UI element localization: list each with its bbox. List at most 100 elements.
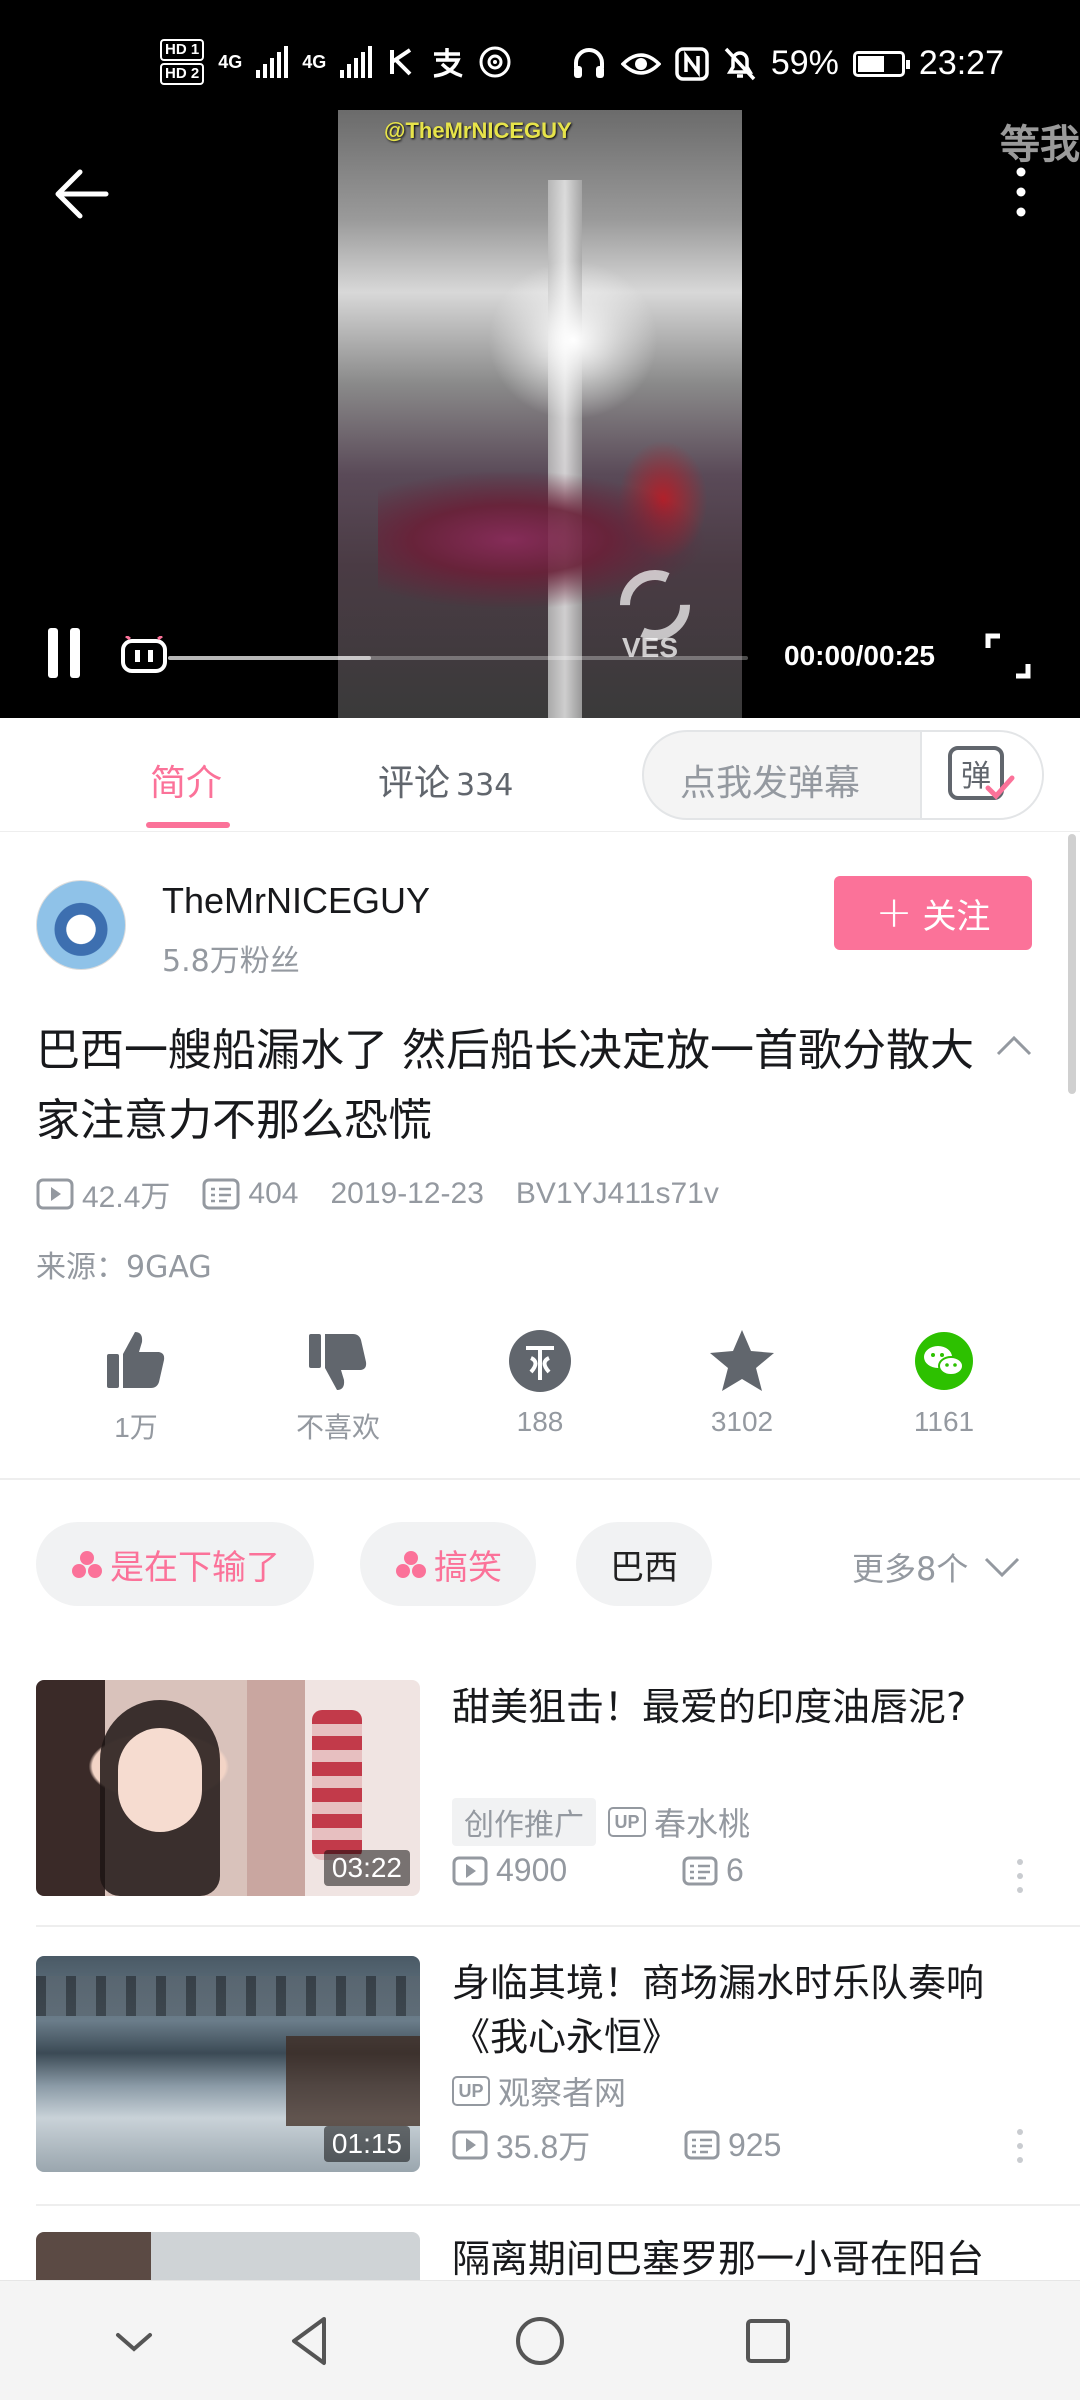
- danmaku-count: 925: [684, 2127, 781, 2164]
- tab-intro[interactable]: 简介: [150, 754, 222, 806]
- chevron-down-icon: [985, 1557, 1020, 1578]
- tag-label: 搞笑: [434, 1547, 502, 1588]
- dislike-label: 不喜欢: [295, 1412, 380, 1443]
- more-options-icon[interactable]: [1012, 2126, 1028, 2166]
- related-video-stats: 35.8万 925: [452, 2122, 781, 2168]
- tag-item[interactable]: 搞笑: [360, 1522, 536, 1606]
- uploader-fans: 5.8万粉丝: [162, 944, 300, 979]
- danmaku-count-value: 6: [726, 1852, 744, 1888]
- danmaku-placeholder: 点我发弹幕: [680, 763, 861, 804]
- related-video-item[interactable]: 03:22 甜美狙击！最爱的印度油唇泥? 创作推广 UP 春水桃 4900 6: [0, 1680, 1080, 1950]
- status-right: 59% 23:27: [571, 44, 1004, 83]
- tags-more-button[interactable]: 更多8个: [852, 1544, 1022, 1590]
- play-count-icon: [452, 2130, 488, 2160]
- pause-button[interactable]: [48, 628, 96, 682]
- nav-recents-icon[interactable]: [738, 2311, 798, 2371]
- nav-home-icon[interactable]: [510, 2311, 570, 2371]
- tab-comments[interactable]: 评论 334: [378, 754, 513, 806]
- favorite-count: 3102: [710, 1406, 774, 1437]
- video-source: 来源：9GAG: [36, 1250, 212, 1285]
- more-options-icon[interactable]: [1012, 1856, 1028, 1896]
- nav-back-icon[interactable]: [280, 2311, 340, 2371]
- system-nav-bar: [0, 2280, 1080, 2400]
- scrollbar[interactable]: [1068, 834, 1076, 1094]
- danmaku-count-icon: [682, 1856, 718, 1885]
- video-meta: 42.4万 404 2019-12-23 BV1YJ411s71v: [36, 1172, 751, 1216]
- hd-icon: HD 1 HD 2: [160, 38, 205, 86]
- coin-count: 188: [516, 1406, 564, 1437]
- share-count: 1161: [913, 1406, 975, 1437]
- share-button[interactable]: 1161: [864, 1326, 1024, 1438]
- wechat-share-icon: [915, 1332, 973, 1390]
- network-type-2: 4G: [302, 51, 327, 72]
- up-icon: UP: [452, 2076, 490, 2106]
- headphones-icon: [573, 47, 604, 78]
- bvid-value: BV1YJ411s71v: [515, 1177, 719, 1210]
- section-divider: [0, 1478, 1080, 1480]
- hd1-label: HD 1: [160, 39, 205, 61]
- tab-comments-count: 334: [456, 768, 514, 803]
- like-button[interactable]: 1万: [56, 1326, 216, 1446]
- tab-intro-underline: [146, 822, 230, 828]
- video-thumbnail[interactable]: 03:22: [36, 1680, 420, 1896]
- progress-bar[interactable]: [168, 656, 748, 660]
- back-arrow-icon[interactable]: [52, 164, 112, 224]
- thumbs-up-icon: [107, 1332, 165, 1388]
- related-video-title: 身临其境！商场漏水时乐队奏响《我心永恒》: [452, 1961, 985, 2059]
- danmaku-bullet-icon: 弹: [948, 746, 1015, 800]
- dislike-button[interactable]: 不喜欢: [258, 1326, 418, 1446]
- view-count-value: 4900: [496, 1852, 568, 1888]
- clock: 23:27: [918, 44, 1004, 82]
- tag-label: 巴西: [610, 1547, 678, 1588]
- video-thumbnail[interactable]: 01:15: [36, 1956, 420, 2172]
- k-app-icon: [390, 48, 412, 76]
- battery-percent: 59%: [770, 44, 839, 82]
- related-video-author: UP 观察者网: [452, 2068, 626, 2114]
- related-video-item[interactable]: 01:15 身临其境！商场漏水时乐队奏响《我心永恒》 UP 观察者网 35.8万…: [0, 1956, 1080, 2226]
- danmaku-input[interactable]: 点我发弹幕 弹: [642, 730, 1044, 820]
- promotion-badge: 创作推广: [452, 1798, 596, 1846]
- favorite-button[interactable]: 3102: [662, 1326, 822, 1438]
- signal-icon-2: [340, 46, 373, 78]
- fullscreen-icon[interactable]: [984, 632, 1032, 680]
- coin-button[interactable]: 188: [460, 1326, 620, 1438]
- follow-button[interactable]: + 关注: [834, 876, 1032, 950]
- item-divider: [36, 1925, 1080, 1927]
- tag-item[interactable]: 是在下输了: [36, 1522, 314, 1606]
- status-left: HD 1 HD 2 4G 4G: [160, 38, 512, 86]
- chevron-up-icon[interactable]: [994, 1030, 1034, 1060]
- video-watermark: @TheMrNICEGUY: [384, 118, 572, 143]
- eye-icon: [620, 52, 661, 75]
- tab-intro-label: 简介: [150, 763, 223, 804]
- danmaku-count: 404: [202, 1177, 298, 1211]
- tab-comments-label: 评论: [378, 763, 451, 804]
- danmaku-toggle-icon[interactable]: [120, 636, 168, 676]
- hotspot-icon: [479, 46, 511, 78]
- danmaku-settings-button[interactable]: 弹: [920, 732, 1042, 818]
- author-name: 观察者网: [498, 2074, 627, 2112]
- like-count: 1万: [114, 1412, 158, 1443]
- tag-item[interactable]: 巴西: [576, 1522, 712, 1606]
- danmaku-count: 6: [682, 1852, 744, 1889]
- uploader-avatar[interactable]: [36, 880, 126, 970]
- item-divider: [36, 2204, 1080, 2206]
- related-video-author: 创作推广 UP 春水桃: [452, 1798, 750, 1846]
- view-count-value: 42.4万: [82, 1181, 171, 1214]
- ves-logo-icon: [620, 570, 690, 640]
- view-count-value: 35.8万: [496, 2129, 591, 2165]
- plus-icon: +: [875, 887, 913, 938]
- progress-buffer: [168, 656, 371, 660]
- network-type-1: 4G: [218, 51, 243, 72]
- danmaku-count-icon: [202, 1178, 240, 1210]
- more-options-icon[interactable]: [1006, 162, 1036, 222]
- tags-more-label: 更多8个: [852, 1550, 969, 1588]
- video-player[interactable]: HD 1 HD 2 4G 4G 59% 23:27 @TheMrNICEGUY …: [0, 0, 1080, 718]
- hide-keyboard-chevron-icon[interactable]: [104, 2311, 164, 2371]
- author-name: 春水桃: [654, 1805, 751, 1843]
- uploader-name[interactable]: TheMrNICEGUY: [162, 880, 430, 922]
- hd2-label: HD 2: [160, 63, 205, 85]
- danmaku-count-value: 925: [728, 2126, 782, 2163]
- play-count-icon: [452, 1856, 488, 1885]
- thumbnail-piano: [286, 2036, 420, 2126]
- battery-icon: [852, 50, 910, 77]
